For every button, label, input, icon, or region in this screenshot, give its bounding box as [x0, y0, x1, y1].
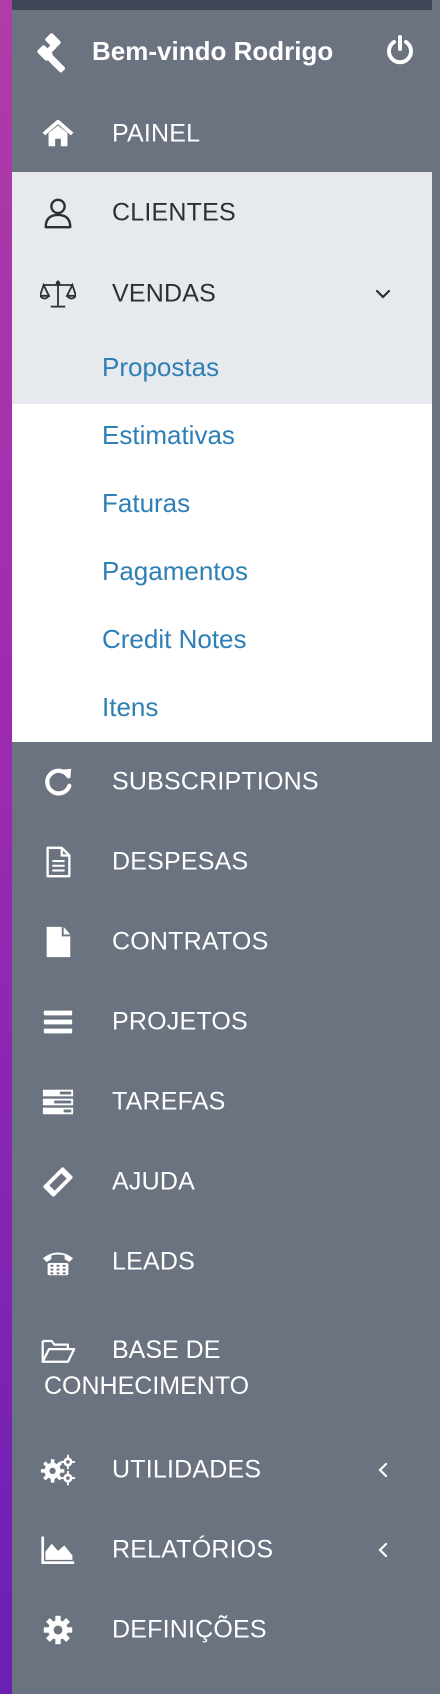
cog-icon — [40, 1612, 76, 1648]
nav-label: AJUDA — [112, 1167, 195, 1196]
nav-label: CONTRATOS — [112, 927, 269, 956]
nav-label: RELATÓRIOS — [112, 1535, 274, 1564]
submenu-item-itens[interactable]: Itens — [102, 692, 158, 723]
gavel-icon — [32, 32, 74, 74]
area-chart-icon — [40, 1532, 76, 1568]
sidebar-top-strip — [12, 0, 432, 10]
balance-scale-icon — [40, 276, 76, 312]
chevron-left-icon — [372, 1539, 394, 1561]
file-icon — [40, 924, 76, 960]
submenu-item-pagamentos[interactable]: Pagamentos — [102, 556, 248, 587]
nav-item-leads[interactable]: LEADS — [12, 1222, 432, 1302]
submenu-active-bg — [12, 334, 432, 404]
nav-label: LEADS — [112, 1247, 195, 1276]
power-icon[interactable] — [384, 34, 416, 66]
nav-item-tarefas[interactable]: TAREFAS — [12, 1062, 432, 1142]
nav-item-relatorios[interactable]: RELATÓRIOS — [12, 1510, 432, 1590]
bars-icon — [40, 1004, 76, 1040]
nav-label: SUBSCRIPTIONS — [112, 767, 319, 796]
file-text-icon — [40, 844, 76, 880]
nav-label: VENDAS — [112, 279, 217, 308]
nav-item-projetos[interactable]: PROJETOS — [12, 982, 432, 1062]
home-icon — [40, 116, 76, 152]
nav-label: CLIENTES — [112, 198, 236, 227]
submenu-item-estimativas[interactable]: Estimativas — [102, 420, 235, 451]
nav-label: DEFINIÇÕES — [112, 1615, 267, 1644]
folder-open-icon — [40, 1332, 76, 1368]
refresh-icon — [40, 764, 76, 800]
chevron-down-icon — [372, 283, 394, 305]
nav-item-clientes[interactable]: CLIENTES — [12, 172, 432, 254]
nav-label-base-line1: BASE DE — [112, 1336, 221, 1364]
nav-item-vendas[interactable]: VENDAS — [12, 254, 432, 334]
chevron-left-icon — [372, 1459, 394, 1481]
profile-greeting[interactable]: Bem-vindo Rodrigo — [92, 36, 333, 67]
nav-item-ajuda[interactable]: AJUDA — [12, 1142, 432, 1222]
tasks-icon — [40, 1084, 76, 1120]
left-accent-edge — [0, 0, 12, 1694]
user-icon — [40, 195, 76, 231]
nav-item-definicoes[interactable]: DEFINIÇÕES — [12, 1590, 432, 1670]
ticket-icon — [40, 1164, 76, 1200]
nav-label: DESPESAS — [112, 847, 249, 876]
nav-item-despesas[interactable]: DESPESAS — [12, 822, 432, 902]
profile-row: Bem-vindo Rodrigo — [12, 10, 432, 96]
nav-label-base-line2: CONHECIMENTO — [44, 1372, 250, 1400]
nav-item-contratos[interactable]: CONTRATOS — [12, 902, 432, 982]
submenu-item-credit-notes[interactable]: Credit Notes — [102, 624, 247, 655]
sidebar: Bem-vindo Rodrigo PAINEL CLIENTES VENDAS… — [12, 0, 432, 1694]
nav-item-utilidades[interactable]: UTILIDADES — [12, 1430, 432, 1510]
nav-label: UTILIDADES — [112, 1455, 262, 1484]
nav-item-subscriptions[interactable]: SUBSCRIPTIONS — [12, 742, 432, 822]
nav-label: PAINEL — [112, 119, 201, 148]
cogs-icon — [40, 1452, 76, 1488]
nav-label: TAREFAS — [112, 1087, 226, 1116]
nav-label: PROJETOS — [112, 1007, 248, 1036]
submenu-item-propostas[interactable]: Propostas — [102, 352, 219, 383]
nav-item-painel[interactable]: PAINEL — [12, 96, 432, 172]
phone-icon — [40, 1244, 76, 1280]
submenu-item-faturas[interactable]: Faturas — [102, 488, 190, 519]
